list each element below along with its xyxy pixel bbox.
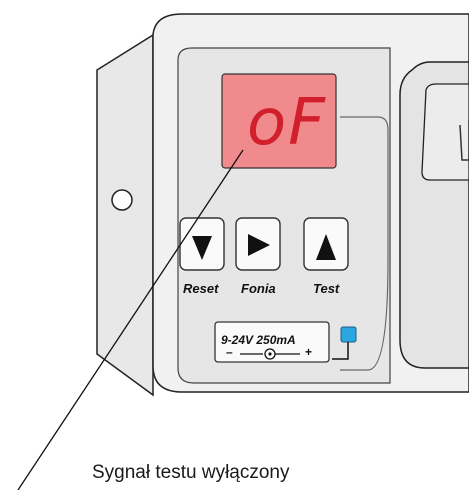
caption: Sygnał testu wyłączony — [92, 462, 290, 483]
fonia-button[interactable] — [236, 218, 280, 270]
fonia-label: Fonia — [241, 281, 276, 296]
status-led — [340, 326, 357, 343]
right-module-window — [421, 83, 469, 181]
mounting-bracket — [96, 33, 154, 397]
device-drawing — [17, 13, 469, 490]
power-minus-sign: – — [226, 345, 233, 359]
reset-label: Reset — [183, 281, 219, 296]
mounting-hole — [111, 189, 133, 211]
display-readout: oF — [247, 86, 327, 160]
power-plus-sign: + — [305, 345, 313, 359]
reset-button[interactable] — [180, 218, 224, 270]
test-button[interactable] — [304, 218, 348, 270]
device-diagram: oF Reset Fonia Test 9-24V 250mA – + Sygn… — [0, 0, 469, 490]
test-label: Test — [313, 281, 340, 296]
